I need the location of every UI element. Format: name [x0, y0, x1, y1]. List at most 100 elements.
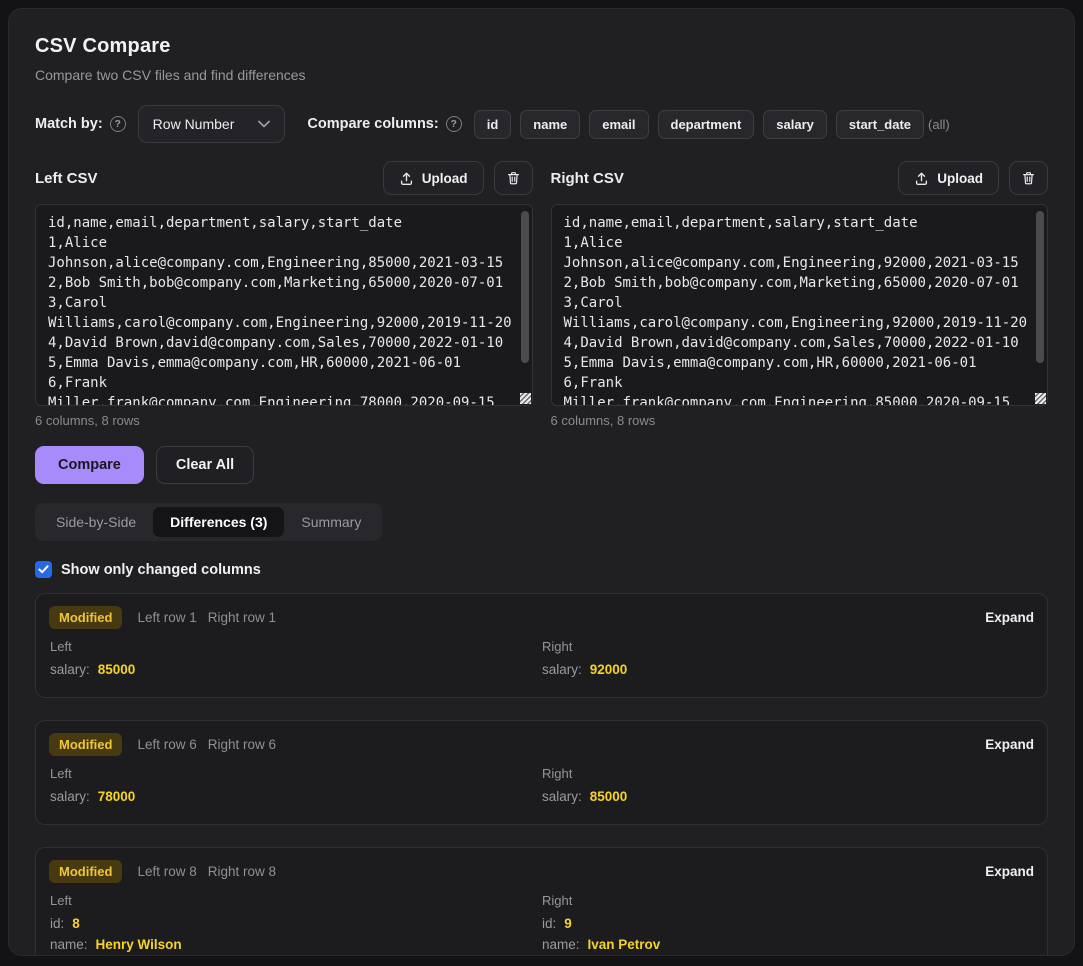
tab-summary[interactable]: Summary [284, 507, 378, 537]
upload-icon [399, 171, 414, 186]
diff-card-row-8: Modified Left row 8 Right row 8 Expand L… [35, 847, 1048, 956]
compare-columns-label: Compare columns: [307, 116, 438, 132]
left-csv-title: Left CSV [35, 170, 98, 187]
right-row-ref: Right row 6 [208, 737, 276, 752]
right-diff-column: Right salary:92000 [542, 639, 1034, 683]
page-subtitle: Compare two CSV files and find differenc… [35, 67, 1048, 83]
result-tabs: Side-by-Side Differences (3) Summary [35, 503, 382, 541]
column-chip-start-date[interactable]: start_date [836, 110, 924, 139]
column-chip-id[interactable]: id [474, 110, 512, 139]
diff-field: id: 8 [50, 916, 542, 931]
column-chip-email[interactable]: email [589, 110, 648, 139]
diff-field: id: 9 [542, 916, 1034, 931]
chevron-down-icon [258, 115, 270, 133]
page-title: CSV Compare [35, 35, 1048, 58]
field-value: 78000 [98, 789, 136, 804]
clear-all-button[interactable]: Clear All [156, 446, 254, 484]
compare-button[interactable]: Compare [35, 446, 144, 484]
all-columns-indicator: (all) [928, 117, 950, 132]
csv-editors: Left CSV Upload id,nam [35, 159, 1048, 428]
expand-button[interactable]: Expand [985, 864, 1034, 879]
trash-icon [506, 170, 521, 186]
match-by-selected-value: Row Number [153, 116, 235, 132]
match-by-select[interactable]: Row Number [138, 105, 286, 143]
left-row-ref: Left row 6 [137, 737, 196, 752]
field-key: salary: [542, 662, 582, 677]
filter-row: Show only changed columns [35, 561, 1048, 578]
left-row-ref: Left row 8 [137, 864, 196, 879]
field-value: Henry Wilson [96, 937, 182, 952]
left-diff-column: Left id:8 name:Henry Wilson email:henry@… [50, 893, 542, 956]
right-row-ref: Right row 1 [208, 610, 276, 625]
field-value: 8 [72, 916, 80, 931]
left-side-label: Left [50, 766, 542, 781]
compare-columns-help-icon[interactable]: ? [446, 116, 462, 132]
diff-field: salary: 92000 [542, 662, 1034, 677]
field-key: salary: [50, 789, 90, 804]
upload-icon [914, 171, 929, 186]
column-chip-name[interactable]: name [520, 110, 580, 139]
status-badge: Modified [49, 606, 122, 629]
left-csv-scrollbar[interactable] [521, 211, 529, 363]
csv-compare-panel: CSV Compare Compare two CSV files and fi… [8, 8, 1075, 956]
right-clear-button[interactable] [1009, 161, 1048, 195]
left-csv-input[interactable]: id,name,email,department,salary,start_da… [35, 204, 533, 406]
controls-row: Match by: ? Row Number Compare columns: … [35, 105, 1048, 143]
expand-button[interactable]: Expand [985, 737, 1034, 752]
field-key: id: [50, 916, 64, 931]
left-side-label: Left [50, 893, 542, 908]
column-chips: id name email department salary start_da… [474, 110, 924, 139]
field-key: name: [50, 937, 88, 952]
left-upload-label: Upload [422, 171, 468, 186]
right-csv-section: Right CSV Upload id,na [551, 159, 1049, 428]
action-row: Compare Clear All [35, 446, 1048, 484]
diff-card-row-1: Modified Left row 1 Right row 1 Expand L… [35, 593, 1048, 698]
left-csv-section: Left CSV Upload id,nam [35, 159, 533, 428]
field-key: name: [542, 937, 580, 952]
checkmark-icon [38, 561, 49, 579]
match-by-help-icon[interactable]: ? [110, 116, 126, 132]
show-changed-columns-label: Show only changed columns [61, 562, 261, 578]
right-csv-input[interactable]: id,name,email,department,salary,start_da… [551, 204, 1049, 406]
right-diff-column: Right id:9 name:Ivan Petrov email:ivan@c… [542, 893, 1034, 956]
field-value: 85000 [98, 662, 136, 677]
match-by-label: Match by: [35, 116, 103, 132]
left-csv-resize-handle[interactable] [520, 393, 531, 404]
left-csv-stats: 6 columns, 8 rows [35, 413, 533, 428]
trash-icon [1021, 170, 1036, 186]
right-upload-label: Upload [937, 171, 983, 186]
column-chip-department[interactable]: department [658, 110, 755, 139]
left-diff-column: Left salary: 85000 [50, 639, 542, 683]
diff-field: name: Henry Wilson [50, 937, 542, 952]
diff-card-row-6: Modified Left row 6 Right row 6 Expand L… [35, 720, 1048, 825]
diff-list: Modified Left row 1 Right row 1 Expand L… [35, 593, 1048, 956]
status-badge: Modified [49, 860, 122, 883]
field-value: 92000 [590, 662, 628, 677]
left-upload-button[interactable]: Upload [383, 161, 484, 195]
field-key: salary: [50, 662, 90, 677]
left-clear-button[interactable] [494, 161, 533, 195]
left-diff-column: Left salary: 78000 [50, 766, 542, 810]
field-value: Ivan Petrov [588, 937, 661, 952]
diff-field: name: Ivan Petrov [542, 937, 1034, 952]
tab-differences[interactable]: Differences (3) [153, 507, 284, 537]
right-csv-stats: 6 columns, 8 rows [551, 413, 1049, 428]
column-chip-salary[interactable]: salary [763, 110, 827, 139]
field-value: 9 [564, 916, 572, 931]
diff-field: salary: 78000 [50, 789, 542, 804]
right-side-label: Right [542, 893, 1034, 908]
status-badge: Modified [49, 733, 122, 756]
field-key: salary: [542, 789, 582, 804]
right-diff-column: Right salary:85000 [542, 766, 1034, 810]
diff-field: salary: 85000 [50, 662, 542, 677]
diff-field: salary:85000 [542, 789, 1034, 804]
show-changed-columns-checkbox[interactable] [35, 561, 52, 578]
tab-side-by-side[interactable]: Side-by-Side [39, 507, 153, 537]
expand-button[interactable]: Expand [985, 610, 1034, 625]
right-csv-resize-handle[interactable] [1035, 393, 1046, 404]
right-side-label: Right [542, 766, 1034, 781]
right-csv-scrollbar[interactable] [1036, 211, 1044, 363]
left-side-label: Left [50, 639, 542, 654]
field-key: id: [542, 916, 556, 931]
right-upload-button[interactable]: Upload [898, 161, 999, 195]
